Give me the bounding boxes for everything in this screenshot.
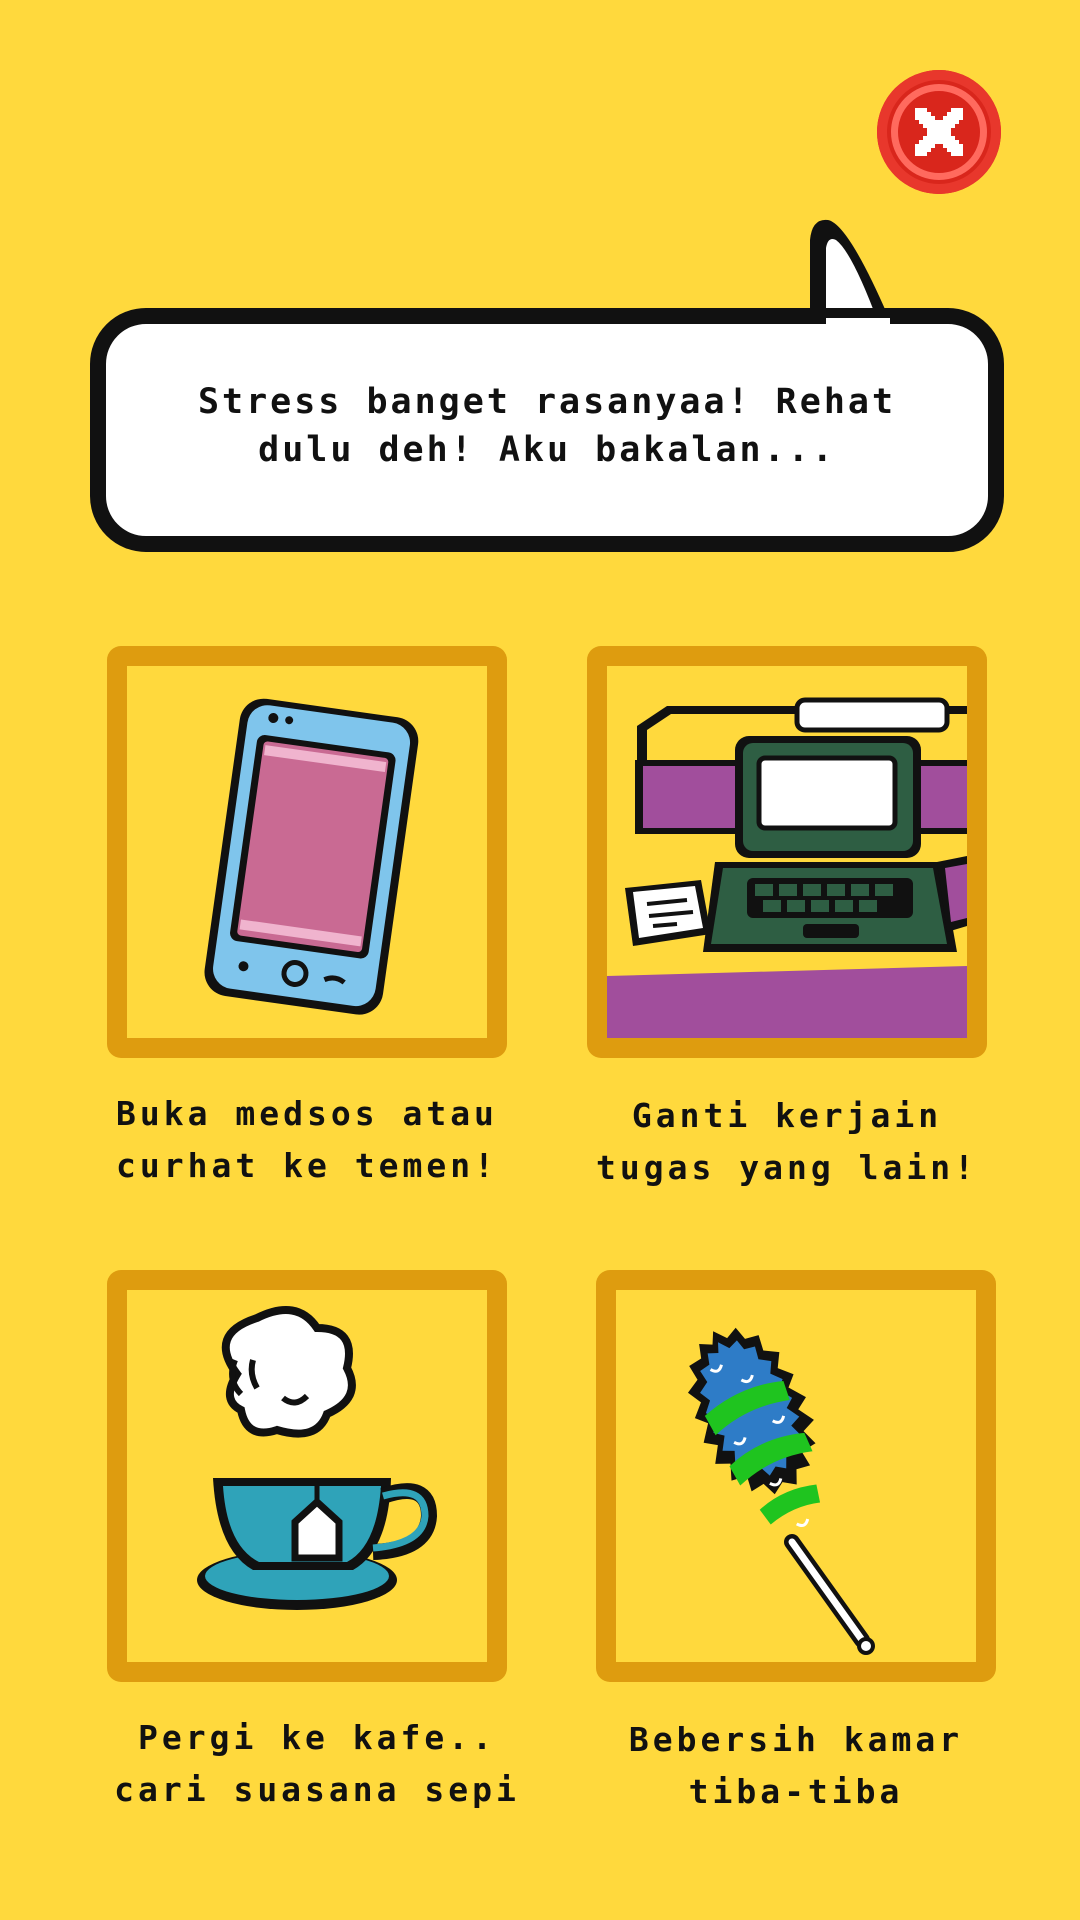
- option-card-image: [616, 1290, 976, 1662]
- smartphone-icon: [204, 698, 419, 1015]
- close-icon: [915, 108, 963, 156]
- speech-bubble-joint: [826, 318, 890, 342]
- feather-duster-icon: [687, 1327, 875, 1655]
- tea-cup-icon: [197, 1306, 438, 1610]
- option-caption-cleaning: Bebersih kamar tiba-tiba: [628, 1720, 964, 1811]
- option-card-image: [127, 666, 487, 1038]
- option-card-cleaning[interactable]: [596, 1270, 996, 1682]
- option-card-social-media[interactable]: [107, 646, 507, 1058]
- option-card-cafe[interactable]: [107, 1270, 507, 1682]
- option-card-image: [127, 1290, 487, 1662]
- option-caption-cafe: Pergi ke kafe.. cari suasana sepi: [114, 1718, 520, 1809]
- close-button[interactable]: [877, 70, 1001, 194]
- option-card-other-task[interactable]: [587, 646, 987, 1058]
- option-caption-social-media: Buka medsos atau curhat ke temen!: [116, 1094, 498, 1185]
- option-card-image: [607, 666, 967, 1038]
- speech-bubble-text: Stress banget rasanyaa! Rehat dulu deh! …: [197, 382, 897, 470]
- option-caption-other-task: Ganti kerjain tugas yang lain!: [596, 1096, 978, 1187]
- steam-cloud-icon: [221, 1306, 356, 1438]
- laptop-desk-icon: [607, 666, 967, 1038]
